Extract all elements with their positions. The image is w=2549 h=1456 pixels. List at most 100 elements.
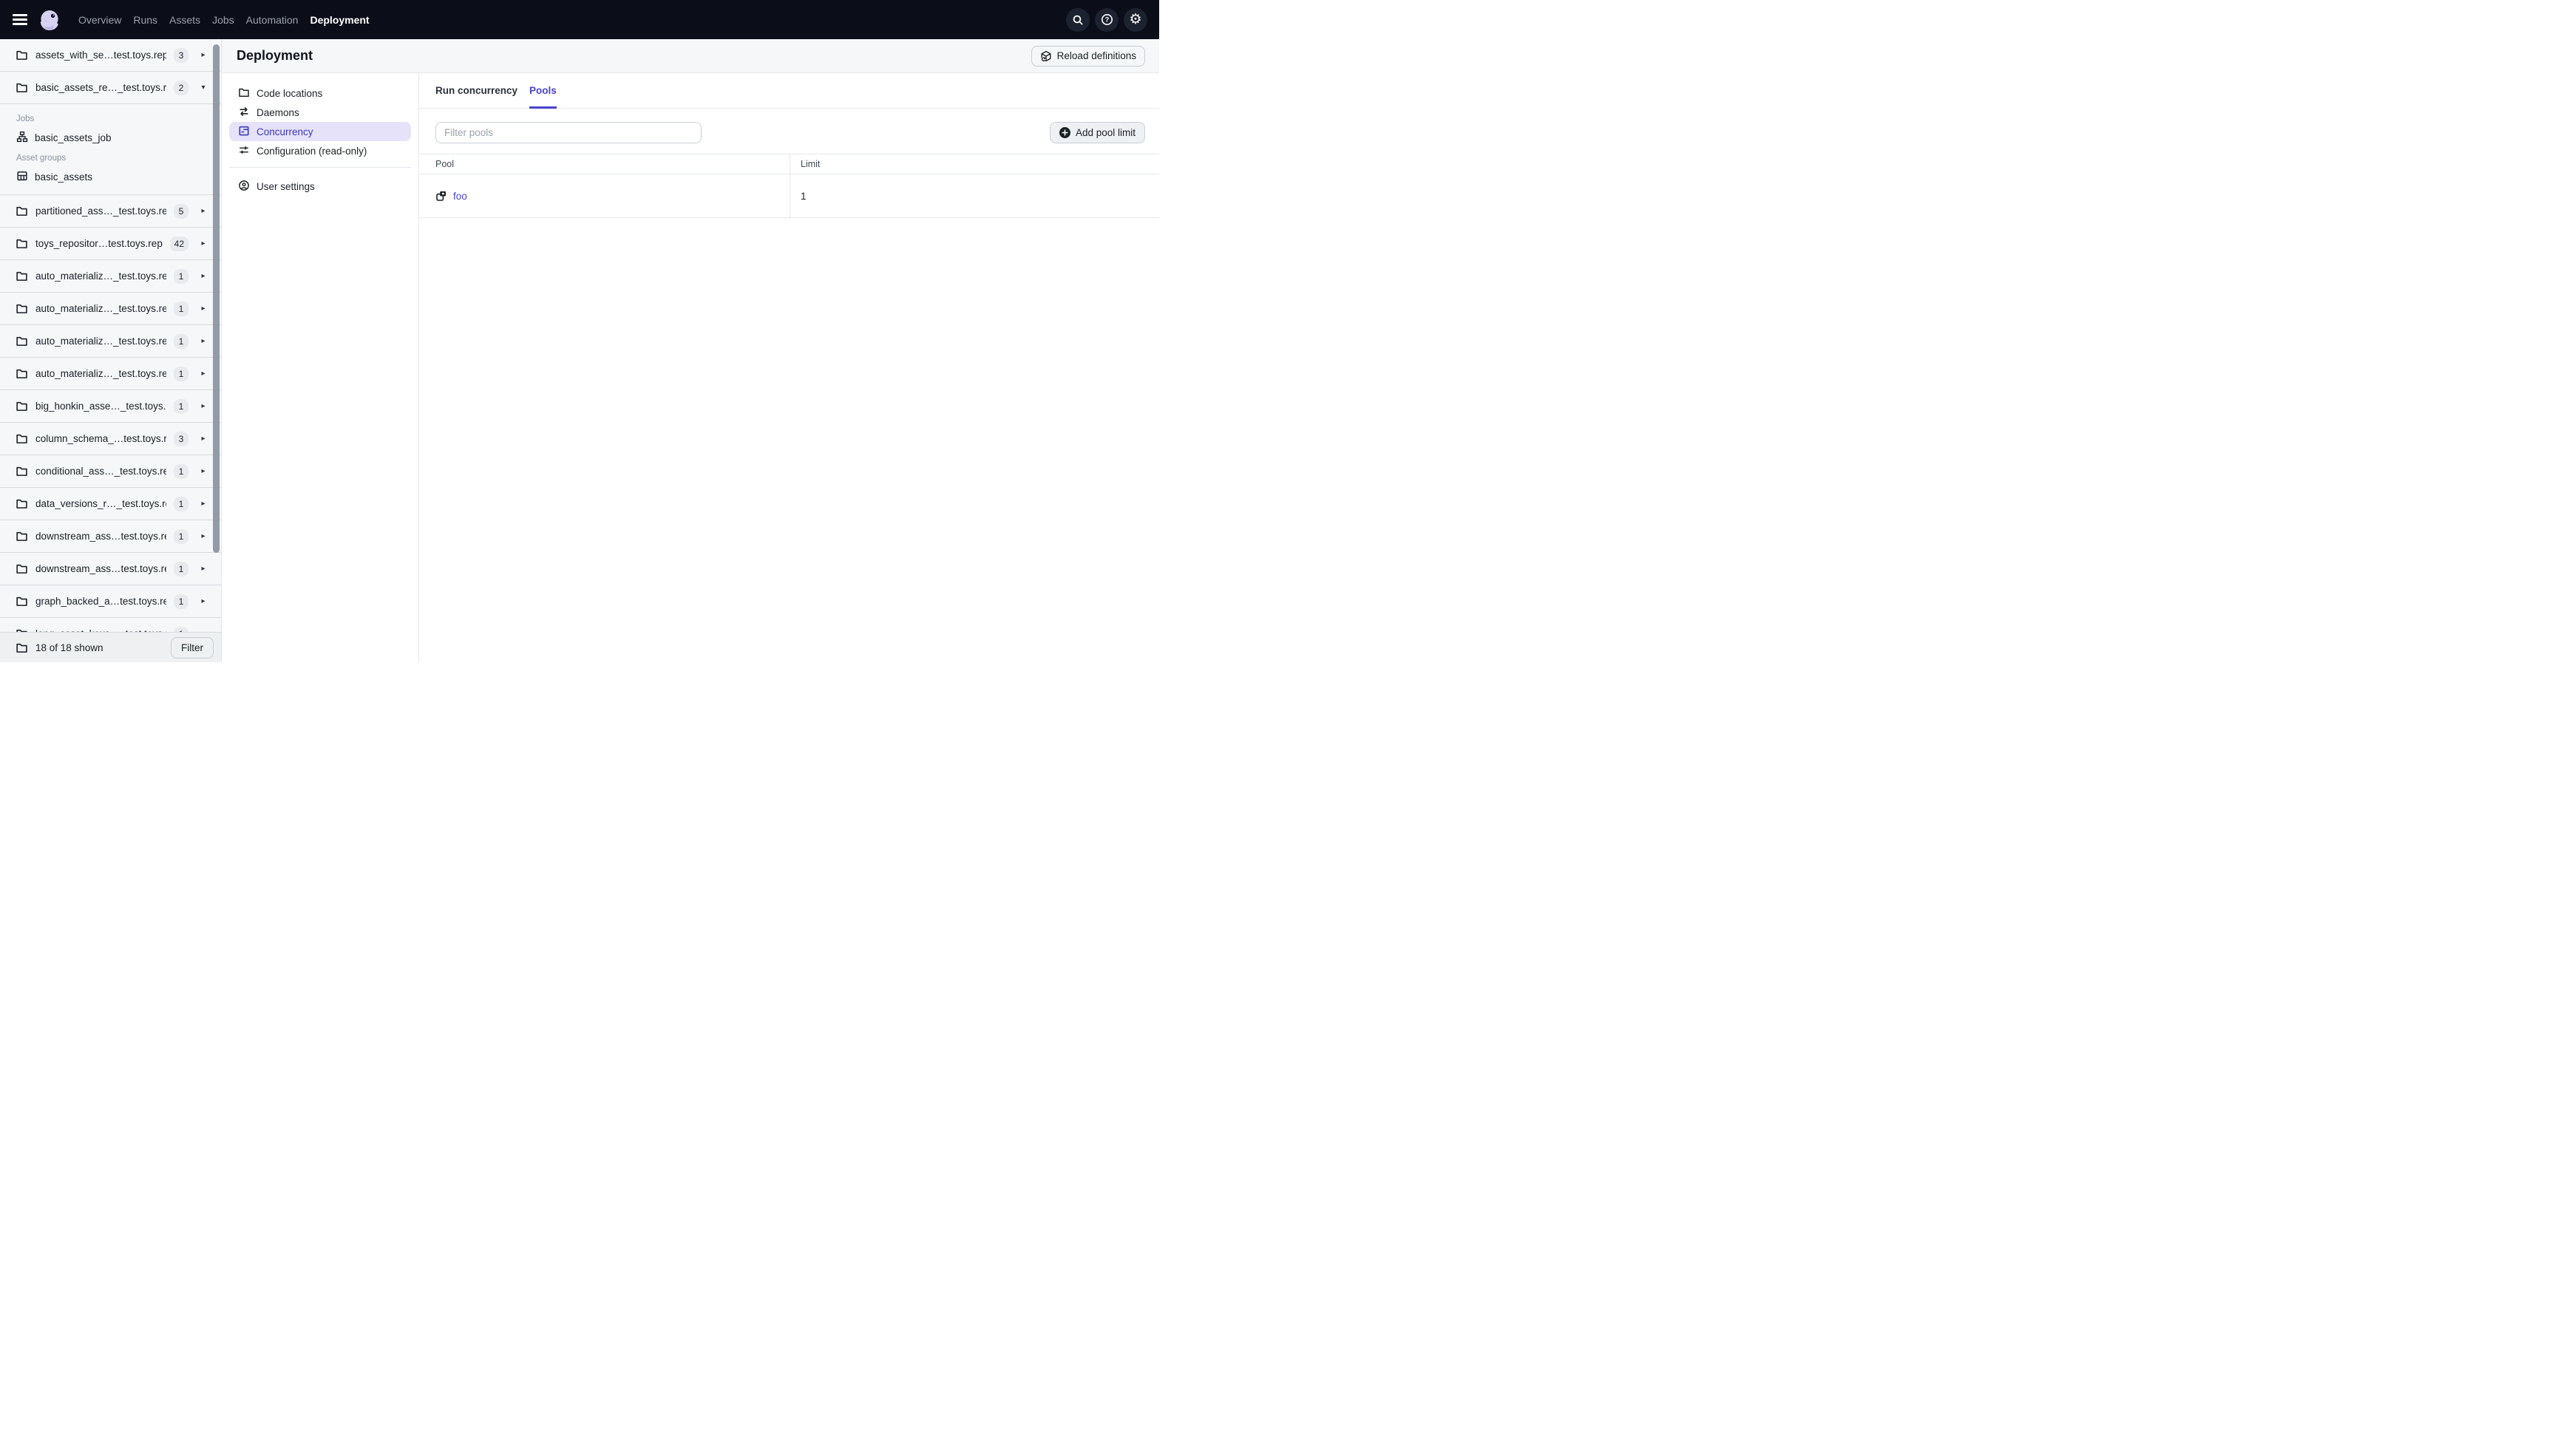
subnav-item-user-settings[interactable]: User settings	[229, 177, 411, 196]
add-pool-limit-button[interactable]: Add pool limit	[1049, 122, 1145, 143]
pool-name-link[interactable]: foo	[453, 191, 467, 202]
code-location-row[interactable]: long_asset_keys…_test.toys.rep 1 ▸	[0, 618, 221, 632]
code-location-row[interactable]: partitioned_ass…_test.toys.rep 5 ▸	[0, 195, 221, 228]
count-badge: 1	[174, 463, 189, 479]
settings-icon[interactable]: ⚙	[1124, 7, 1147, 32]
asset-group-item[interactable]: basic_assets	[16, 170, 221, 184]
code-location-expanded-section: Jobs basic_assets_job Asset groups basic…	[0, 104, 221, 195]
chevron-icon[interactable]: ▸	[196, 51, 211, 59]
count-badge: 1	[174, 268, 189, 284]
reload-definitions-button[interactable]: Reload definitions	[1031, 45, 1145, 67]
count-badge: 1	[174, 333, 189, 349]
help-icon[interactable]: ?	[1095, 7, 1119, 32]
code-location-row[interactable]: basic_assets_re…_test.toys.rep 2 ▾	[0, 72, 221, 104]
sidebar-footer: 18 of 18 shown Filter	[0, 632, 221, 662]
folder-icon	[16, 499, 27, 508]
add-pool-limit-label: Add pool limit	[1075, 127, 1136, 138]
chevron-icon[interactable]: ▸	[196, 337, 211, 345]
subnav-item-configuration-read-only[interactable]: Configuration (read-only)	[229, 141, 411, 160]
chevron-icon[interactable]: ▸	[196, 467, 211, 475]
folder-icon	[16, 531, 27, 541]
folder-icon	[16, 564, 27, 574]
count-badge: 2	[174, 80, 189, 95]
job-item[interactable]: basic_assets_job	[16, 131, 221, 145]
chevron-icon[interactable]: ▸	[196, 532, 211, 540]
code-location-row[interactable]: downstream_ass…test.toys.rep 1 ▸	[0, 520, 221, 553]
chevron-icon[interactable]: ▸	[196, 500, 211, 508]
code-location-row[interactable]: big_honkin_asse…_test.toys.rep 1 ▸	[0, 390, 221, 423]
code-location-row[interactable]: auto_materializ…_test.toys.repo 1 ▸	[0, 358, 221, 390]
chevron-icon[interactable]: ▸	[196, 435, 211, 443]
user-icon	[238, 180, 250, 194]
folder-icon	[16, 50, 27, 60]
folder-icon	[238, 86, 250, 101]
nav-item-runs[interactable]: Runs	[133, 14, 157, 26]
code-location-name: auto_materializ…_test.toys.repo	[35, 271, 166, 282]
code-location-row[interactable]: column_schema_…test.toys.rep 3 ▸	[0, 423, 221, 455]
code-location-row[interactable]: graph_backed_a…test.toys.repo 1 ▸	[0, 585, 221, 618]
page-header: Deployment Reload definitions	[222, 39, 1159, 73]
count-badge: 1	[174, 301, 189, 316]
limit-column-header: Limit	[790, 154, 1159, 174]
filter-pools-input[interactable]	[435, 122, 702, 143]
chevron-icon[interactable]: ▸	[196, 565, 211, 573]
top-nav: Overview Runs Assets Jobs Automation Deployme…	[0, 0, 1159, 39]
count-badge: 3	[174, 431, 189, 446]
pools-table: Pool Limit foo 1	[419, 154, 1159, 218]
count-badge: 1	[174, 398, 189, 414]
code-location-row[interactable]: toys_repositor…test.toys.repo 42 ▸	[0, 228, 221, 260]
plus-circle-icon	[1059, 127, 1070, 138]
folder-icon	[16, 466, 27, 476]
code-location-row[interactable]: data_versions_r…_test.toys.rep 1 ▸	[0, 488, 221, 520]
chevron-icon[interactable]: ▾	[196, 84, 211, 92]
sidebar-filter-button[interactable]: Filter	[171, 636, 214, 659]
chevron-icon[interactable]: ▸	[196, 305, 211, 313]
nav-item-overview[interactable]: Overview	[78, 14, 121, 26]
subnav-item-code-locations[interactable]: Code locations	[229, 84, 411, 103]
code-location-row[interactable]: auto_materializ…_test.toys.repo 1 ▸	[0, 325, 221, 358]
sidebar-scrollbar[interactable]	[213, 44, 220, 553]
chevron-icon[interactable]: ▸	[196, 207, 211, 215]
chevron-icon[interactable]: ▸	[196, 597, 211, 605]
folder-icon	[16, 369, 27, 378]
tab-run-concurrency[interactable]: Run concurrency	[435, 73, 517, 108]
folder-icon	[16, 83, 27, 92]
nav-item-deployment[interactable]: Deployment	[310, 14, 369, 26]
hamburger-menu-icon[interactable]	[13, 14, 27, 25]
search-icon[interactable]	[1066, 7, 1090, 32]
code-location-name: downstream_ass…test.toys.rep	[35, 531, 166, 542]
code-location-name: auto_materializ…_test.toys.repo	[35, 368, 166, 379]
folder-icon	[16, 596, 27, 606]
folder-icon	[16, 336, 27, 346]
chevron-icon[interactable]: ▸	[196, 370, 211, 378]
code-location-list: assets_with_se…test.toys.repo 3 ▸ basic_…	[0, 39, 221, 632]
jobs-section-label: Jobs	[16, 115, 35, 123]
dagster-logo[interactable]	[38, 9, 61, 31]
chevron-icon[interactable]: ▸	[196, 239, 211, 248]
tab-pools[interactable]: Pools	[529, 73, 557, 109]
pools-table-header: Pool Limit	[419, 154, 1159, 174]
nav-item-jobs[interactable]: Jobs	[212, 14, 234, 26]
nav-item-assets[interactable]: Assets	[169, 14, 200, 26]
folder-icon	[16, 271, 27, 281]
asset-group-icon	[16, 170, 28, 184]
code-location-row[interactable]: auto_materializ…_test.toys.repo 1 ▸	[0, 260, 221, 293]
folder-icon	[16, 304, 27, 313]
subnav-item-daemons[interactable]: Daemons	[229, 103, 411, 122]
count-badge: 1	[174, 626, 189, 632]
subnav-item-concurrency[interactable]: Concurrency	[229, 122, 411, 141]
code-location-row[interactable]: auto_materializ…_test.toys.repo 1 ▸	[0, 293, 221, 325]
folder-icon	[16, 401, 27, 411]
svg-text:?: ?	[1104, 16, 1109, 24]
nav-item-automation[interactable]: Automation	[246, 14, 299, 26]
count-badge: 1	[174, 593, 189, 609]
deployment-subnav: Code locations Daemons Concurrency Configur…	[222, 73, 418, 662]
code-location-row[interactable]: assets_with_se…test.toys.repo 3 ▸	[0, 39, 221, 72]
chevron-icon[interactable]: ▸	[196, 402, 211, 410]
tune-icon	[238, 144, 250, 158]
code-location-name: conditional_ass…_test.toys.repo	[35, 466, 166, 477]
code-location-row[interactable]: conditional_ass…_test.toys.repo 1 ▸	[0, 455, 221, 488]
chevron-icon[interactable]: ▸	[196, 272, 211, 280]
code-location-row[interactable]: downstream_ass…test.toys.rep 1 ▸	[0, 553, 221, 585]
subnav-divider	[229, 167, 411, 168]
